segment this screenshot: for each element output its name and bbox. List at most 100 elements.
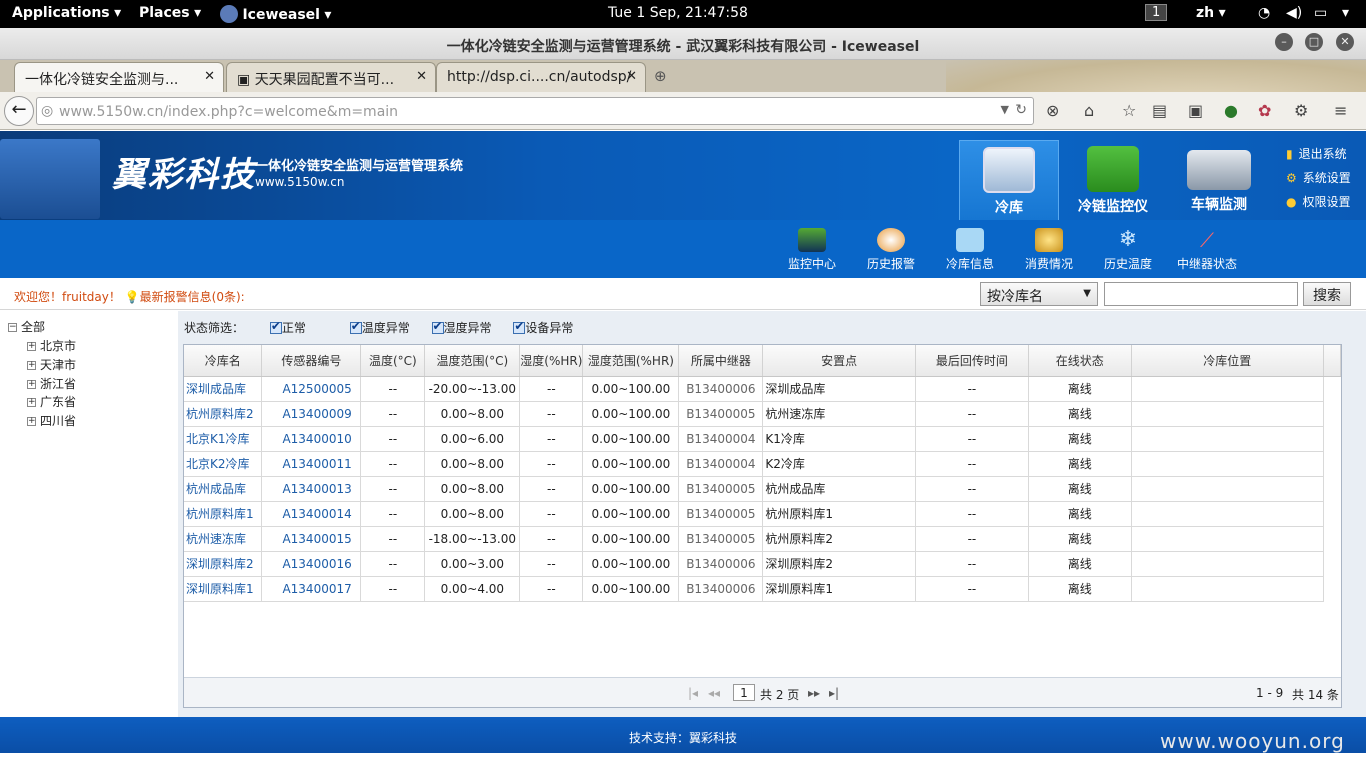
table-row[interactable]: 北京K2冷库 A13400011 -- 0.00~8.00 -- 0.00~100.00 B… [184,451,1341,477]
maximize-button[interactable]: □ [1305,33,1323,51]
table-row[interactable]: 深圳成品库 A12500005 -- -20.00~-13.00 -- 0.00~100.… [184,376,1341,402]
filter-normal-checkbox[interactable] [269,319,282,334]
stop-icon[interactable]: ⊗ [1046,101,1059,120]
addon-icon[interactable]: ✿ [1258,101,1271,120]
table-row[interactable]: 杭州原料库1 A13400014 -- 0.00~8.00 -- 0.00~100.00 B… [184,501,1341,527]
column-header[interactable]: 温度(°C) [360,345,426,377]
table-cell[interactable]: 杭州成品库 [184,476,263,502]
expand-icon[interactable]: + [27,380,36,389]
power-menu-icon[interactable]: ▾ [1342,5,1349,21]
table-cell[interactable]: 深圳成品库 [184,376,263,402]
table-row[interactable]: 杭州原料库2 A13400009 -- 0.00~8.00 -- 0.00~100.00 B… [184,401,1341,427]
history-dropdown-icon[interactable]: ▼ [1001,103,1009,116]
settings-gear-icon[interactable]: ⚙ [1294,101,1308,120]
prev-page-icon[interactable]: ◂◂ [708,686,720,700]
reader-icon[interactable]: ▣ [1188,101,1203,120]
workspace-indicator[interactable]: 1 [1145,4,1168,21]
subnav-repeater-status[interactable]: ⟋ 中继器状态 [1172,228,1242,272]
subnav-history-temperature[interactable]: ❄ 历史温度 [1093,228,1163,272]
table-cell[interactable]: A13400016 [261,551,362,577]
tree-item-guangdong[interactable]: + 广东省 [27,393,76,410]
column-header[interactable]: 最后回传时间 [915,345,1029,377]
close-window-button[interactable]: ✕ [1336,33,1354,51]
permission-settings-link[interactable]: ● 权限设置 [1286,193,1351,210]
tree-root[interactable]: − 全部 [8,318,45,335]
battery-icon[interactable]: ▭ [1314,5,1327,21]
nav-cold-storage[interactable]: 冷库 [959,140,1059,220]
home-icon[interactable]: ⌂ [1084,101,1094,120]
wifi-icon[interactable]: ◔ [1258,5,1270,21]
column-header[interactable]: 所属中继器 [678,345,764,377]
nav-vehicle-monitor[interactable]: 车辆监测 [1169,140,1269,220]
table-row[interactable]: 杭州成品库 A13400013 -- 0.00~8.00 -- 0.00~100.00 B1… [184,476,1341,502]
bookmarks-menu-icon[interactable]: ▤ [1152,101,1167,120]
url-bar[interactable]: ◎ www.5150w.cn/index.php?c=welcome&m=mai… [36,97,1034,125]
table-cell[interactable]: A13400017 [261,576,362,602]
search-button[interactable]: 搜索 [1303,282,1351,306]
addon-icon[interactable]: ● [1224,101,1238,120]
first-page-icon[interactable]: |◂ [688,686,698,700]
expand-icon[interactable]: + [27,398,36,407]
table-cell[interactable]: A13400010 [261,426,362,452]
search-input[interactable] [1104,282,1298,306]
column-header[interactable]: 冷库名 [184,345,263,377]
back-button[interactable]: ← [4,96,34,126]
column-header[interactable]: 冷库位置 [1131,345,1324,377]
column-header[interactable]: 安置点 [762,345,916,377]
column-header[interactable]: 温度范围(°C) [424,345,521,377]
table-cell[interactable]: A13400015 [261,526,362,552]
table-cell[interactable]: A13400009 [261,401,362,427]
reload-icon[interactable]: ↻ [1015,102,1027,118]
close-tab-icon[interactable]: ✕ [204,69,215,84]
table-cell[interactable]: 北京K1冷库 [184,426,263,452]
column-header[interactable]: 湿度(%HR) [519,345,584,377]
tab-cold-chain[interactable]: 一体化冷链安全监测与... ✕ [14,62,224,92]
subnav-monitor-center[interactable]: 监控中心 [777,228,847,272]
subnav-history-alarm[interactable]: 历史报警 [856,228,926,272]
close-tab-icon[interactable]: ✕ [626,69,637,84]
table-cell[interactable]: 深圳原料库1 [184,576,263,602]
table-row[interactable]: 北京K1冷库 A13400010 -- 0.00~6.00 -- 0.00~100.00 B… [184,426,1341,452]
table-row[interactable]: 杭州速冻库 A13400015 -- -18.00~-13.00 -- 0.00~100.… [184,526,1341,552]
filter-humidity-abnormal-checkbox[interactable] [431,319,444,334]
next-page-icon[interactable]: ▸▸ [808,686,820,700]
subnav-storage-info[interactable]: 冷库信息 [935,228,1005,272]
column-header[interactable]: 湿度范围(%HR) [582,345,680,377]
expand-icon[interactable]: + [27,417,36,426]
table-cell[interactable]: A12500005 [261,376,362,402]
places-menu[interactable]: Places ▾ [139,5,201,21]
table-cell[interactable]: 杭州速冻库 [184,526,263,552]
subnav-consumption[interactable]: 消费情况 [1014,228,1084,272]
table-cell[interactable]: 北京K2冷库 [184,451,263,477]
column-header[interactable]: 传感器编号 [261,345,362,377]
search-type-select[interactable]: 按冷库名 ▼ [980,282,1098,306]
menu-icon[interactable]: ≡ [1334,101,1347,120]
table-row[interactable]: 深圳原料库2 A13400016 -- 0.00~3.00 -- 0.00~100.00 B… [184,551,1341,577]
table-cell[interactable]: 杭州原料库1 [184,501,263,527]
tree-item-beijing[interactable]: + 北京市 [27,337,76,354]
last-page-icon[interactable]: ▸| [829,686,839,700]
table-cell[interactable]: 深圳原料库2 [184,551,263,577]
tab-autodsp[interactable]: http://dsp.ci....cn/autodsp/✕ [436,62,646,92]
expand-icon[interactable]: + [27,361,36,370]
language-menu[interactable]: zh ▾ [1196,5,1226,21]
nav-cold-chain-monitor[interactable]: 冷链监控仪 [1063,140,1163,220]
clock[interactable]: Tue 1 Sep, 21:47:58 [608,5,748,21]
system-settings-link[interactable]: ⚙ 系统设置 [1286,169,1351,186]
table-cell[interactable]: A13400013 [261,476,362,502]
bookmark-star-icon[interactable]: ☆ [1122,101,1136,120]
applications-menu[interactable]: Applications ▾ [12,5,121,21]
logout-link[interactable]: ▮ 退出系统 [1286,145,1347,162]
table-row[interactable]: 深圳原料库1 A13400017 -- 0.00~4.00 -- 0.00~100.00 B… [184,576,1341,602]
tree-item-tianjin[interactable]: + 天津市 [27,356,76,373]
expand-icon[interactable]: + [27,342,36,351]
collapse-icon[interactable]: − [8,323,17,332]
page-input[interactable]: 1 [733,684,755,701]
tab-tiantian[interactable]: ▣ 天天果园配置不当可... ✕ [226,62,436,92]
site-identity-icon[interactable]: ◎ [41,103,53,119]
table-cell[interactable]: A13400011 [261,451,362,477]
app-menu[interactable]: Iceweasel ▾ [220,5,331,23]
filter-temp-abnormal-checkbox[interactable] [349,319,362,334]
new-tab-icon[interactable]: ⊕ [654,67,667,85]
minimize-button[interactable]: – [1275,33,1293,51]
